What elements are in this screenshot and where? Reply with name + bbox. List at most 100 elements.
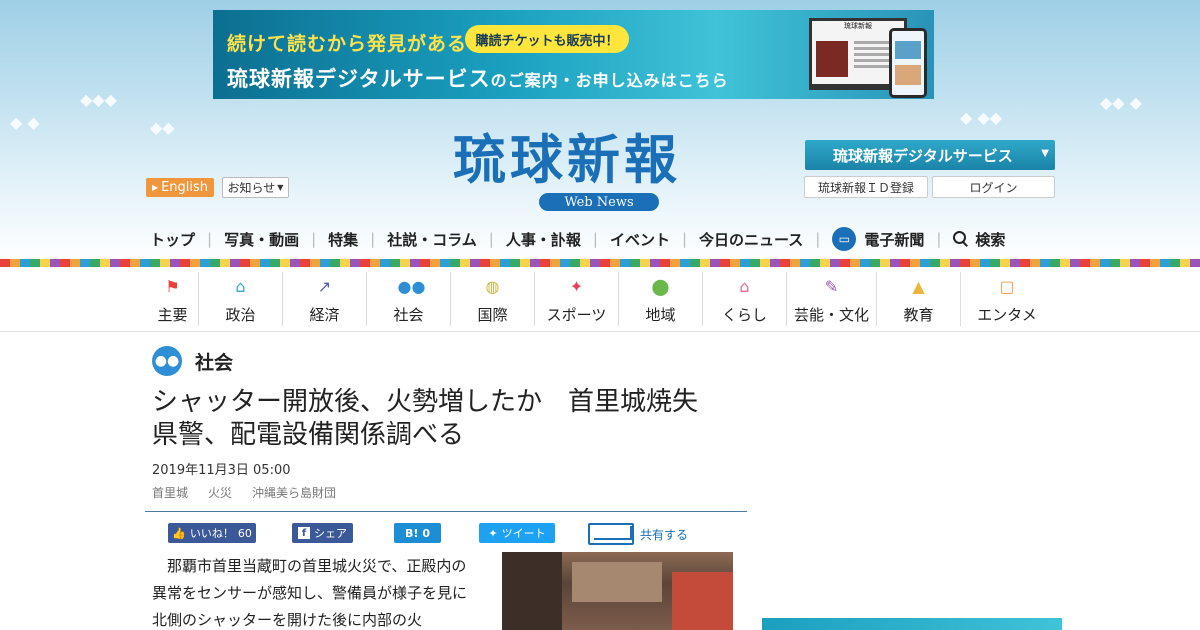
tweet-button[interactable]: ✦ ツイート [479,523,555,543]
runner-icon: ✦ [569,277,584,296]
nav-separator: | [311,230,317,248]
category-politics[interactable]: ⌂ 政治 [199,272,283,326]
category-label: 主要 [157,306,188,324]
nav-separator: | [681,230,688,248]
hatena-count: 0 [422,526,431,540]
category-label: 政治 [225,306,256,324]
category-living[interactable]: ⌂ くらし [703,272,787,326]
photo-region [572,562,662,602]
nav-separator: | [488,230,494,248]
photo-region [672,572,733,630]
english-label: English [161,180,209,195]
category-divider [0,331,1200,332]
article-divider [145,511,747,512]
globe-icon: ◍ [485,277,500,296]
tag-link[interactable]: 火災 [208,484,232,501]
fish-decoration-icon: ◆◆◆◆ [1080,338,1130,357]
nav-item-features[interactable]: 特集 [328,229,358,250]
nav-separator: | [592,230,598,248]
digital-service-button[interactable]: 琉球新報デジタルサービス ▼ [805,140,1055,170]
like-count: 60 [237,526,252,540]
category-label: 経済 [309,306,340,324]
nav-separator: | [207,230,213,248]
category-label: 芸能・文化 [793,306,869,324]
category-society[interactable]: ●● 社会 [367,272,451,326]
category-label: エンタメ [977,306,1037,324]
article-body: 那覇市首里当蔵町の首里城火災で、正殿内の異常をセンサーが感知し、警備員が様子を見… [152,557,468,629]
flag-icon: ⚑ [165,277,180,296]
category-label: 地域 [645,306,676,324]
nav-item-epaper[interactable]: ▭ 電子新聞 [832,227,924,251]
nav-item-editorial[interactable]: 社説・コラム [387,229,477,250]
twitter-bird-icon: ✦ [488,526,498,540]
phone-image-block-2 [895,65,921,85]
site-logo[interactable]: 琉球新報 [453,130,749,190]
people-icon: ●● [397,277,426,296]
brush-icon: ✎ [824,277,839,296]
category-main[interactable]: ⚑ 主要 [147,272,199,326]
pin-icon: ⬤ [651,277,670,296]
digital-service-banner[interactable]: 続けて読むから発見がある 購読チケットも販売中！ 琉球新報デジタルサービスのご案… [213,10,934,99]
nav-item-personnel[interactable]: 人事・訃報 [506,229,581,250]
facebook-share-button[interactable]: f シェア [292,523,353,543]
english-button[interactable]: ▶ English [146,178,214,197]
sidebar-ad[interactable] [762,618,1062,630]
notice-dropdown[interactable]: お知らせ ▼ [222,177,289,198]
hatena-bookmark-button[interactable]: B! 0 [394,523,441,543]
tag-link[interactable]: 首里城 [152,484,188,501]
facebook-like-button[interactable]: 👍 いいね！ 60 [168,523,256,543]
hatena-label: B! [404,526,419,540]
nav-item-top[interactable]: トップ [150,229,195,250]
category-label: 教育 [903,306,934,324]
banner-ticket-pill: 購読チケットも販売中！ [465,25,629,53]
search-icon [953,231,969,247]
category-label: スポーツ [546,306,607,324]
article-photo[interactable] [502,552,733,630]
fish-decoration-icon: ◆◆ [150,118,175,137]
phone-illustration [889,28,927,98]
fish-decoration-icon: ◆◆◆ [80,90,117,109]
category-culture[interactable]: ✎ 芸能・文化 [787,272,877,326]
digital-service-label: 琉球新報デジタルサービス [833,146,1013,165]
category-education[interactable]: ▲ 教育 [877,272,961,326]
article-date: 2019年11月3日 05:00 [152,463,291,478]
category-sports[interactable]: ✦ スポーツ [535,272,619,326]
fish-decoration-icon: ◆ ◆ [10,113,40,132]
banner-here-text: はこちら [660,71,729,90]
tag-link[interactable]: 沖縄美ら島財団 [252,484,336,501]
phone-image-block [895,41,921,59]
facebook-icon: f [298,527,310,539]
nav-separator: | [936,230,942,248]
email-share-button[interactable]: 共有する [588,523,688,545]
fish-decoration-icon: ◆◆ [10,478,35,497]
laptop-image-block [816,41,848,77]
register-button[interactable]: 琉球新報ＩＤ登録 [804,176,928,198]
nav-item-search[interactable]: 検索 [953,229,1005,250]
search-label: 検索 [975,230,1006,249]
epaper-label: 電子新聞 [864,230,925,249]
article-tags: 首里城 火災 沖縄美ら島財団 [152,484,336,501]
category-label: くらし [721,306,767,324]
category-economy[interactable]: ↗ 経済 [283,272,367,326]
category-entertainment[interactable]: ▢ エンタメ [961,272,1053,326]
category-international[interactable]: ◍ 国際 [451,272,535,326]
thumbs-up-icon: 👍 [172,526,186,540]
tv-icon: ▢ [999,277,1015,296]
nav-item-today-news[interactable]: 今日のニュース [699,229,803,250]
category-region[interactable]: ⬤ 地域 [619,272,703,326]
caret-down-icon: ▼ [277,183,284,192]
mail-share-label: 共有する [640,527,689,542]
caret-down-icon: ▼ [1041,148,1049,159]
main-navigation: トップ | 写真・動画 | 特集 | 社説・コラム | 人事・訃報 | イベント… [150,226,1050,252]
category-navigation: ⚑ 主要 ⌂ 政治 ↗ 経済 ●● 社会 ◍ 国際 ✦ スポーツ ⬤ 地域 ⌂ … [147,272,1053,326]
banner-guide-text: のご案内・お申し込み [490,71,661,90]
like-label: いいね！ [189,527,234,540]
mail-icon [588,523,634,545]
nav-separator: | [370,230,376,248]
chart-icon: ↗ [317,277,332,296]
nav-item-events[interactable]: イベント [610,229,670,250]
login-button[interactable]: ログイン [932,176,1055,198]
building-icon: ⌂ [235,277,246,296]
nav-item-photo-video[interactable]: 写真・動画 [224,229,299,250]
banner-tagline: 続けて読むから発見がある [227,33,468,55]
